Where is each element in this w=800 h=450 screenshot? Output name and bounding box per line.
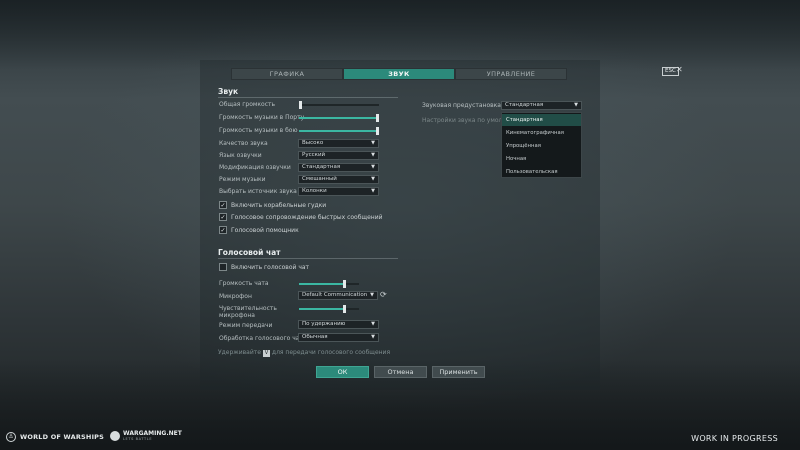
game-brand-text: WORLD OF WARSHIPS [20,433,105,441]
voice-assistant-label: Голосовой помощник [231,227,299,234]
sound-preset-dropdown[interactable]: Стандартная ▼ [501,101,582,110]
chevron-down-icon: ▼ [371,152,375,158]
mic-sensitivity-label: Чувствительность микрофона [219,305,277,319]
quick-messages-voice-checkbox[interactable]: ✓ [219,213,227,221]
battle-music-volume-slider[interactable] [299,127,379,135]
chevron-down-icon: ▼ [574,102,578,108]
transmission-mode-label: Режим передачи [219,322,273,329]
ship-horns-label: Включить корабельные гудки [231,202,327,209]
voice-language-dropdown[interactable]: Русский ▼ [298,151,379,160]
hint-text-before: Удерживайте [218,349,261,356]
anchor-icon: ⚓ [6,432,16,442]
tab-sound[interactable]: ЗВУК [343,68,455,80]
checkmark-icon: ✓ [220,227,226,234]
voice-mod-dropdown[interactable]: Стандартная ▼ [298,163,379,172]
dropdown-value: По удержанию [302,321,346,327]
dropdown-value: Колонки [302,188,327,194]
apply-button[interactable]: Применить [432,366,485,378]
microphone-dropdown[interactable]: Default Communication Device ▼ [298,291,378,300]
chevron-down-icon: ▼ [371,334,375,340]
sound-quality-label: Качество звука [219,140,268,147]
close-icon[interactable]: ✕ [676,65,683,74]
enable-voice-chat-label: Включить голосовой чат [231,264,310,271]
hint-text-after: для передачи голосового сообщения [271,349,391,356]
ship-horns-checkbox[interactable]: ✓ [219,201,227,209]
music-mode-dropdown[interactable]: Смешанный ▼ [298,175,379,184]
sound-section-title: Звук [218,87,239,96]
game-logo: ⚓ WORLD OF WARSHIPS [6,432,104,442]
preset-option-custom[interactable]: Пользовательская [502,166,581,178]
refresh-icon[interactable]: ⟳ [380,290,387,299]
slider-fill [299,117,379,119]
port-music-volume-slider[interactable] [299,114,379,122]
preset-option-cinematic[interactable]: Кинематографичная [502,127,581,139]
enable-voice-chat-checkbox[interactable] [219,263,227,271]
mic-sensitivity-slider[interactable] [299,305,359,313]
dropdown-value: Стандартная [302,164,341,170]
slider-handle[interactable] [376,127,379,135]
slider-handle[interactable] [343,305,346,313]
chat-volume-label: Громкость чата [219,280,269,287]
slider-fill [299,283,344,285]
publisher-logo: WARGAMING.NET LETS BATTLE [110,430,182,441]
voice-assistant-checkbox[interactable]: ✓ [219,226,227,234]
dropdown-value: Русский [302,152,326,158]
push-to-talk-hint: Удерживайте Vдля передачи голосового сооб… [218,349,390,357]
tab-graphics[interactable]: ГРАФИКА [231,68,343,80]
chevron-down-icon: ▼ [371,176,375,182]
settings-tabs: ГРАФИКА ЗВУК УПРАВЛЕНИЕ [231,68,567,80]
music-mode-label: Режим музыки [219,176,266,183]
chevron-down-icon: ▼ [370,292,374,299]
transmission-mode-dropdown[interactable]: По удержанию ▼ [298,320,379,329]
ok-button[interactable]: ОК [316,366,369,378]
preset-option-night[interactable]: Ночная [502,153,581,165]
quick-messages-voice-label: Голосовое сопровождение быстрых сообщени… [231,214,383,221]
publisher-text: WARGAMING.NET [123,430,182,437]
master-volume-slider[interactable] [299,101,379,109]
dropdown-value: Высоко [302,140,324,146]
sound-divider [218,97,398,98]
slider-handle[interactable] [299,101,302,109]
voice-mod-label: Модификация озвучки [219,164,291,171]
dropdown-value: Обычная [302,334,328,340]
voice-chat-divider [218,258,398,259]
microphone-label: Микрофон [219,293,252,300]
publisher-subtext: LETS BATTLE [123,437,153,441]
voice-language-label: Язык озвучки [219,152,262,159]
chevron-down-icon: ▼ [371,188,375,194]
battle-music-volume-label: Громкость музыки в бою [219,127,298,134]
preset-option-standard[interactable]: Стандартная [502,114,581,126]
dropdown-value: Смешанный [302,176,337,182]
preset-option-simplified[interactable]: Упрощённая [502,140,581,152]
slider-fill [299,130,379,132]
voice-processing-label: Обработка голосового чата [219,335,307,342]
dropdown-value: Стандартная [505,102,544,108]
voice-processing-dropdown[interactable]: Обычная ▼ [298,333,379,342]
chevron-down-icon: ▼ [371,164,375,170]
chevron-down-icon: ▼ [371,140,375,146]
sound-source-dropdown[interactable]: Колонки ▼ [298,187,379,196]
checkmark-icon: ✓ [220,214,226,221]
checkmark-icon: ✓ [220,202,226,209]
slider-handle[interactable] [343,280,346,288]
master-volume-label: Общая громкость [219,101,276,108]
sound-preset-options: Стандартная Кинематографичная Упрощённая… [501,112,582,178]
tab-controls[interactable]: УПРАВЛЕНИЕ [455,68,567,80]
chat-volume-slider[interactable] [299,280,359,288]
sound-quality-dropdown[interactable]: Высоко ▼ [298,139,379,148]
slider-fill [299,308,344,310]
sound-preset-label: Звуковая предустановка [422,102,501,109]
wargaming-emblem-icon [110,430,120,441]
cancel-button[interactable]: Отмена [374,366,427,378]
key-v-icon: V [262,350,270,357]
sound-source-label: Выбрать источник звука [219,188,297,195]
work-in-progress-label: WORK IN PROGRESS [691,434,778,443]
port-music-volume-label: Громкость музыки в Порту [219,114,305,121]
voice-chat-section-title: Голосовой чат [218,248,281,257]
slider-handle[interactable] [376,114,379,122]
dropdown-value: Default Communication Device [302,292,368,298]
chevron-down-icon: ▼ [371,321,375,327]
